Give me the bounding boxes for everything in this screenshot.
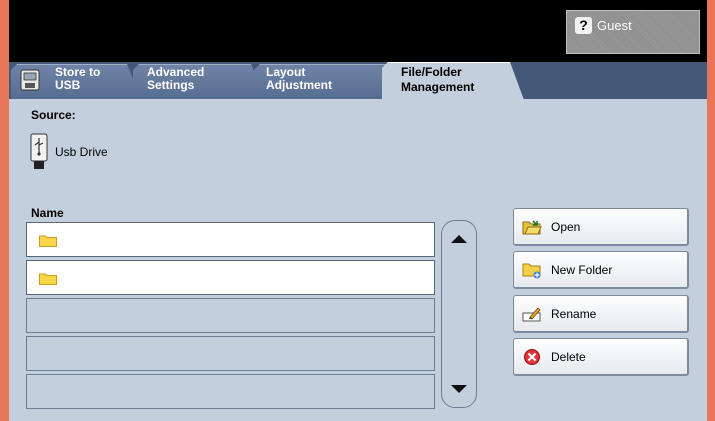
- tab-advanced-settings[interactable]: Advanced Settings: [133, 64, 265, 99]
- device-screen: ? Guest Store to USB Advanced Settings L…: [9, 0, 707, 421]
- list-item-folder[interactable]: [26, 222, 435, 257]
- folder-icon: [39, 273, 57, 285]
- folder-icon: [39, 235, 57, 247]
- open-label: Open: [551, 220, 581, 234]
- tab-layout-line2: Adjustment: [266, 78, 332, 92]
- rename-pencil-icon: [522, 307, 541, 322]
- name-column-header: Name: [31, 206, 64, 220]
- main-panel: Source: Usb Drive Name Open New Folder R…: [9, 99, 707, 421]
- arrow-up-icon: [451, 235, 467, 243]
- open-button[interactable]: Open: [513, 208, 689, 246]
- tab-layout-adjustment[interactable]: Layout Adjustment: [254, 64, 400, 99]
- store-to-usb-icon: [20, 69, 40, 91]
- tab-file-line2: Management: [401, 80, 475, 94]
- scroll-up-button[interactable]: [442, 225, 476, 253]
- new-folder-button[interactable]: New Folder: [513, 251, 689, 289]
- list-item-empty[interactable]: [26, 336, 435, 371]
- delete-x-icon: [524, 349, 540, 365]
- list-item-empty[interactable]: [26, 298, 435, 333]
- rename-button[interactable]: Rename: [513, 295, 689, 333]
- top-bar: ? Guest: [9, 0, 707, 62]
- delete-button[interactable]: Delete: [513, 338, 689, 376]
- rename-label: Rename: [551, 307, 597, 321]
- new-folder-label: New Folder: [551, 263, 613, 277]
- new-folder-icon: [522, 263, 541, 279]
- list-item-folder[interactable]: [26, 260, 435, 295]
- delete-label: Delete: [551, 350, 586, 364]
- help-question-icon: ?: [575, 17, 592, 34]
- usb-drive-icon: [30, 133, 48, 169]
- scroll-down-button[interactable]: [442, 375, 476, 403]
- list-scrollbar[interactable]: [441, 220, 477, 408]
- arrow-down-icon: [451, 385, 467, 393]
- guest-button[interactable]: ? Guest: [566, 10, 700, 54]
- tab-file-line1: File/Folder: [401, 65, 462, 79]
- tab-advanced-line2: Settings: [147, 78, 195, 92]
- usb-drive-label: Usb Drive: [55, 145, 108, 159]
- tab-strip: Store to USB Advanced Settings Layout Ad…: [9, 62, 707, 99]
- open-folder-icon: [522, 220, 542, 235]
- list-item-empty[interactable]: [26, 374, 435, 409]
- tab-file-folder-management[interactable]: File/Folder Management: [382, 62, 524, 100]
- source-label: Source:: [31, 108, 76, 122]
- guest-label: Guest: [597, 18, 632, 33]
